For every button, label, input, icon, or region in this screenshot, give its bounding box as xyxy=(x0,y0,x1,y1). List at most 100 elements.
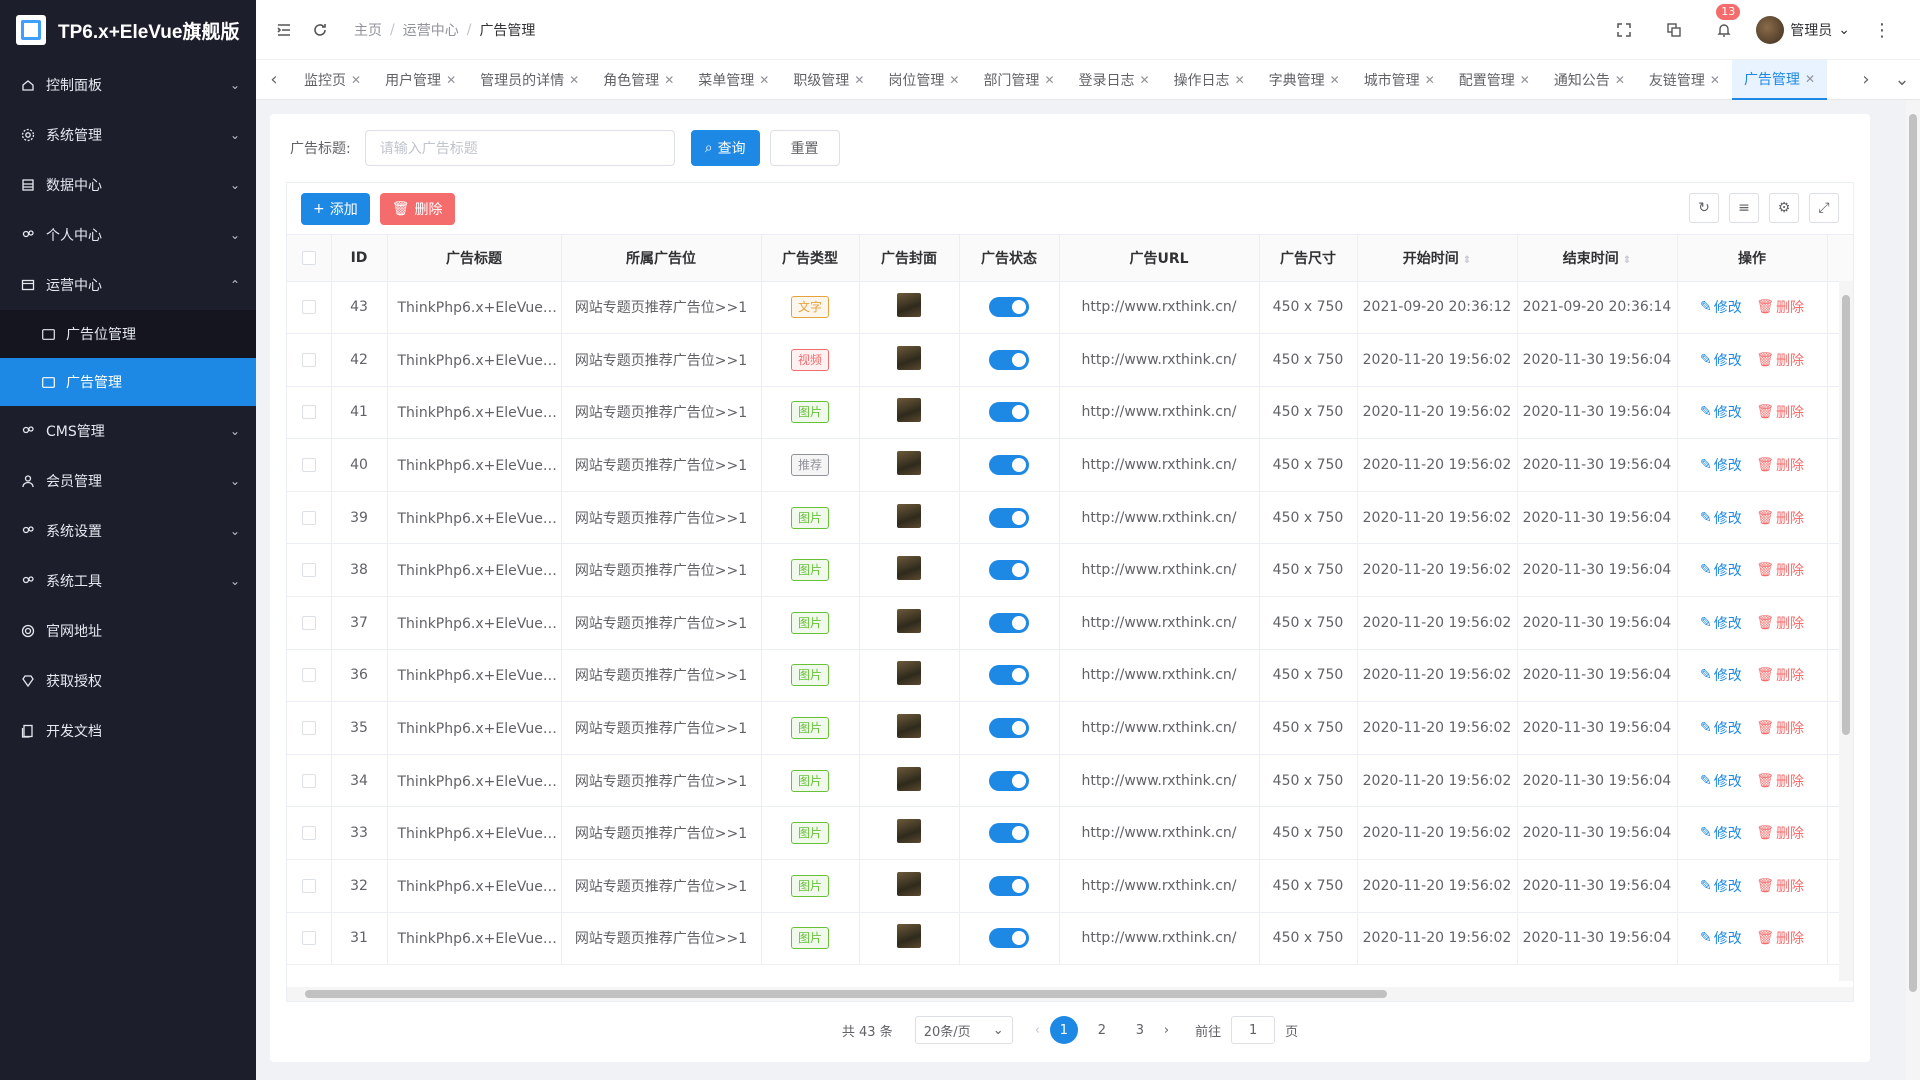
next-page-icon[interactable]: › xyxy=(1164,1023,1169,1038)
tab[interactable]: 角色管理 ✕ xyxy=(591,60,686,100)
edit-button[interactable]: ✎ 修改 xyxy=(1700,350,1742,370)
close-icon[interactable]: ✕ xyxy=(1235,73,1245,87)
edit-button[interactable]: ✎ 修改 xyxy=(1700,876,1742,896)
close-icon[interactable]: ✕ xyxy=(1425,73,1435,87)
sortable-column-header-start[interactable]: 开始时间 ⇕ xyxy=(1357,235,1518,282)
status-toggle[interactable] xyxy=(989,718,1029,739)
tab[interactable]: 菜单管理 ✕ xyxy=(686,60,781,100)
tab[interactable]: 用户管理 ✕ xyxy=(373,60,468,100)
edit-button[interactable]: ✎ 修改 xyxy=(1700,823,1742,843)
edit-button[interactable]: ✎ 修改 xyxy=(1700,665,1742,685)
status-toggle[interactable] xyxy=(989,349,1029,370)
tab[interactable]: 友链管理 ✕ xyxy=(1637,60,1732,100)
cover-image[interactable] xyxy=(897,819,921,844)
language-icon[interactable] xyxy=(1656,12,1692,48)
row-checkbox[interactable] xyxy=(287,596,332,650)
cover-image[interactable] xyxy=(897,398,921,423)
delete-button[interactable]: 🗑 删除 xyxy=(1756,297,1804,317)
row-checkbox[interactable] xyxy=(287,859,332,913)
status-toggle[interactable] xyxy=(989,928,1029,949)
add-button[interactable]: + 添加 xyxy=(301,192,370,225)
status-toggle[interactable] xyxy=(989,507,1029,528)
close-icon[interactable]: ✕ xyxy=(351,73,361,87)
notification-bell-icon[interactable]: 13 xyxy=(1706,4,1742,48)
tab[interactable]: 通知公告 ✕ xyxy=(1542,60,1637,100)
close-icon[interactable]: ✕ xyxy=(1805,72,1815,86)
row-checkbox[interactable] xyxy=(287,701,332,755)
status-toggle[interactable] xyxy=(989,455,1029,476)
table-density-icon[interactable]: ≡ xyxy=(1729,193,1759,223)
status-toggle[interactable] xyxy=(989,665,1029,686)
sidebar-subitem[interactable]: 广告位管理 xyxy=(0,310,256,358)
column-settings-gear-icon[interactable]: ⚙ xyxy=(1769,193,1799,223)
tab[interactable]: 广告管理 ✕ xyxy=(1731,59,1827,100)
tabs-scroll-right-icon[interactable]: › xyxy=(1848,60,1884,100)
sidebar-item[interactable]: 官网地址 xyxy=(0,606,256,656)
close-icon[interactable]: ✕ xyxy=(664,73,674,87)
refresh-icon[interactable] xyxy=(302,12,338,48)
sidebar-item[interactable]: 运营中心 ⌃ xyxy=(0,260,256,310)
goto-page-input[interactable]: 1 xyxy=(1231,1016,1276,1044)
app-logo[interactable]: TP6.x+EleVue旗舰版 xyxy=(0,0,256,60)
delete-button[interactable]: 🗑 删除 xyxy=(1756,402,1804,422)
row-checkbox[interactable] xyxy=(287,912,332,966)
close-icon[interactable]: ✕ xyxy=(446,73,456,87)
close-icon[interactable]: ✕ xyxy=(759,73,769,87)
sort-icon[interactable]: ⇕ xyxy=(1623,255,1631,266)
sidebar-item[interactable]: 系统管理 ⌄ xyxy=(0,110,256,160)
row-checkbox[interactable] xyxy=(287,438,332,492)
edit-button[interactable]: ✎ 修改 xyxy=(1700,402,1742,422)
delete-button[interactable]: 🗑 删除 xyxy=(1756,823,1804,843)
table-vertical-scrollbar[interactable] xyxy=(1839,281,1853,981)
delete-button[interactable]: 🗑 删除 xyxy=(1756,928,1804,948)
cover-image[interactable] xyxy=(897,451,921,476)
row-checkbox[interactable] xyxy=(287,543,332,598)
close-icon[interactable]: ✕ xyxy=(949,73,959,87)
tab[interactable]: 配置管理 ✕ xyxy=(1447,60,1542,100)
select-all-checkbox[interactable] xyxy=(287,235,332,282)
tabs-menu-chevron-icon[interactable]: ⌄ xyxy=(1884,60,1920,100)
edit-button[interactable]: ✎ 修改 xyxy=(1700,560,1742,580)
status-toggle[interactable] xyxy=(989,560,1029,581)
edit-button[interactable]: ✎ 修改 xyxy=(1700,297,1742,317)
edit-button[interactable]: ✎ 修改 xyxy=(1700,771,1742,791)
edit-button[interactable]: ✎ 修改 xyxy=(1700,455,1742,475)
row-checkbox[interactable] xyxy=(287,806,332,861)
page-vertical-scrollbar[interactable] xyxy=(1906,100,1920,1080)
more-vertical-icon[interactable]: ⋮ xyxy=(1864,12,1900,48)
row-checkbox[interactable] xyxy=(287,386,332,440)
sidebar-subitem[interactable]: 广告管理 xyxy=(0,358,256,406)
row-checkbox[interactable] xyxy=(287,754,332,808)
cover-image[interactable] xyxy=(897,714,921,739)
tab[interactable]: 字典管理 ✕ xyxy=(1257,60,1352,100)
search-input[interactable]: 请输入广告标题 xyxy=(364,130,675,166)
table-horizontal-scrollbar[interactable] xyxy=(287,987,1853,1001)
sidebar-item[interactable]: 获取授权 xyxy=(0,656,256,706)
row-checkbox[interactable] xyxy=(287,281,332,335)
cover-image[interactable] xyxy=(897,661,921,686)
tab[interactable]: 管理员的详情 ✕ xyxy=(468,60,591,100)
tab[interactable]: 监控页 ✕ xyxy=(292,60,373,100)
sort-icon[interactable]: ⇕ xyxy=(1463,255,1471,266)
close-icon[interactable]: ✕ xyxy=(854,73,864,87)
cover-image[interactable] xyxy=(897,556,921,581)
delete-button[interactable]: 🗑 删除 xyxy=(1756,560,1804,580)
row-checkbox[interactable] xyxy=(287,491,332,545)
breadcrumb-home[interactable]: 主页 xyxy=(354,20,382,40)
sidebar-item[interactable]: 系统设置 ⌄ xyxy=(0,506,256,556)
cover-image[interactable] xyxy=(897,871,921,896)
page-size-select[interactable]: 20条/页 ⌄ xyxy=(914,1016,1013,1044)
sidebar-item[interactable]: CMS管理 ⌄ xyxy=(0,406,256,456)
sidebar-item[interactable]: 控制面板 ⌄ xyxy=(0,60,256,110)
close-icon[interactable]: ✕ xyxy=(1710,73,1720,87)
close-icon[interactable]: ✕ xyxy=(1044,73,1054,87)
collapse-menu-icon[interactable] xyxy=(266,12,302,48)
cover-image[interactable] xyxy=(897,766,921,791)
status-toggle[interactable] xyxy=(989,297,1029,318)
status-toggle[interactable] xyxy=(989,823,1029,844)
status-toggle[interactable] xyxy=(989,770,1029,791)
cover-image[interactable] xyxy=(897,608,921,633)
close-icon[interactable]: ✕ xyxy=(1330,73,1340,87)
status-toggle[interactable] xyxy=(989,402,1029,423)
row-checkbox[interactable] xyxy=(287,649,332,703)
